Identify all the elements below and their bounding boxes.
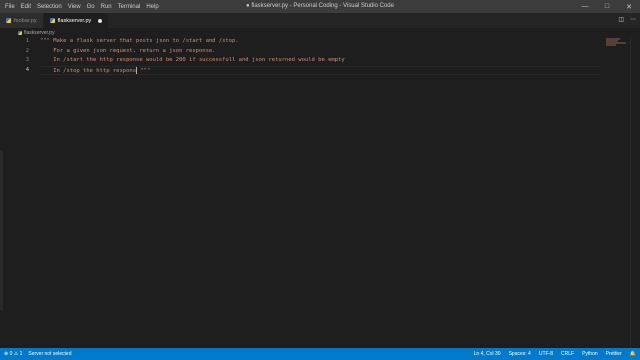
line-ending[interactable]: CRLF <box>561 351 574 357</box>
cursor-position[interactable]: Ln 4, Col 30 <box>474 351 501 357</box>
menu-terminal[interactable]: Terminal <box>118 4 141 10</box>
code-line[interactable]: """ Make a flask server that posts json … <box>40 37 600 47</box>
encoding[interactable]: UTF-8 <box>539 351 553 357</box>
notifications-icon[interactable]: 🔔 <box>630 351 636 357</box>
line-number-gutter: 1 2 3 4 <box>0 37 32 75</box>
code-editor[interactable]: 1 2 3 4 """ Make a flask server that pos… <box>0 37 640 348</box>
close-icon[interactable]: ✕ <box>618 0 640 13</box>
tab-foobar[interactable]: foobar.py <box>0 13 44 28</box>
maximize-icon[interactable]: □ <box>596 0 618 13</box>
code-line-current[interactable]: In /stop the http respons """ <box>40 65 600 75</box>
python-icon <box>6 18 11 23</box>
minimize-icon[interactable]: — <box>574 0 596 13</box>
unsaved-dot-icon[interactable] <box>98 18 103 23</box>
split-editor-icon[interactable]: ◫ <box>618 16 624 23</box>
breadcrumb-file[interactable]: flaskserver.py <box>24 30 55 36</box>
menu-selection[interactable]: Selection <box>37 4 62 10</box>
menu-help[interactable]: Help <box>146 4 158 10</box>
indentation[interactable]: Spaces: 4 <box>509 351 531 357</box>
prettier-status[interactable]: Prettier <box>606 351 622 357</box>
line-number: 4 <box>25 66 29 73</box>
minimap[interactable] <box>606 38 626 46</box>
line-number: 1 <box>25 38 29 44</box>
menu-file[interactable]: File <box>5 4 15 10</box>
tab-label: foobar.py <box>14 17 37 24</box>
breadcrumb: flaskserver.py <box>0 28 640 37</box>
tab-label: flaskserver.py <box>57 17 92 24</box>
line-number: 2 <box>25 47 29 54</box>
status-right: Ln 4, Col 30 Spaces: 4 UTF-8 CRLF Python… <box>466 348 636 360</box>
python-icon <box>18 30 22 35</box>
menu-edit[interactable]: Edit <box>21 4 31 10</box>
tab-bar: foobar.py flaskserver.py ◫ ⋯ <box>0 13 640 28</box>
more-actions-icon[interactable]: ⋯ <box>630 16 636 23</box>
text-cursor <box>136 66 138 74</box>
menu-go[interactable]: Go <box>87 4 95 10</box>
code-line-text: In /stop the http respons """ <box>40 66 151 74</box>
left-edge-strip <box>0 150 3 310</box>
server-status[interactable]: Server not selected <box>28 351 71 357</box>
language-mode[interactable]: Python <box>582 351 598 357</box>
tab-flaskserver[interactable]: flaskserver.py <box>43 13 110 28</box>
title-bar: File Edit Selection View Go Run Terminal… <box>0 0 640 13</box>
code-area[interactable]: """ Make a flask server that posts json … <box>40 37 600 75</box>
problems-indicator[interactable]: ⊗ 0 ⚠ 1 <box>4 351 22 357</box>
menu-bar: File Edit Selection View Go Run Terminal… <box>0 4 165 10</box>
status-bar: ⊗ 0 ⚠ 1 Server not selected Ln 4, Col 30… <box>0 348 640 360</box>
scrollbar[interactable] <box>630 37 640 348</box>
code-line[interactable]: In /start the http response would be 200… <box>40 56 600 66</box>
menu-run[interactable]: Run <box>101 4 112 10</box>
code-line[interactable]: For a given json request, return a json … <box>40 47 600 57</box>
editor-actions: ◫ ⋯ <box>612 16 636 23</box>
window-controls: — □ ✕ <box>574 0 640 13</box>
python-icon <box>49 18 55 23</box>
menu-view[interactable]: View <box>68 4 81 10</box>
line-number: 3 <box>25 57 29 63</box>
status-left: ⊗ 0 ⚠ 1 Server not selected <box>0 351 78 357</box>
